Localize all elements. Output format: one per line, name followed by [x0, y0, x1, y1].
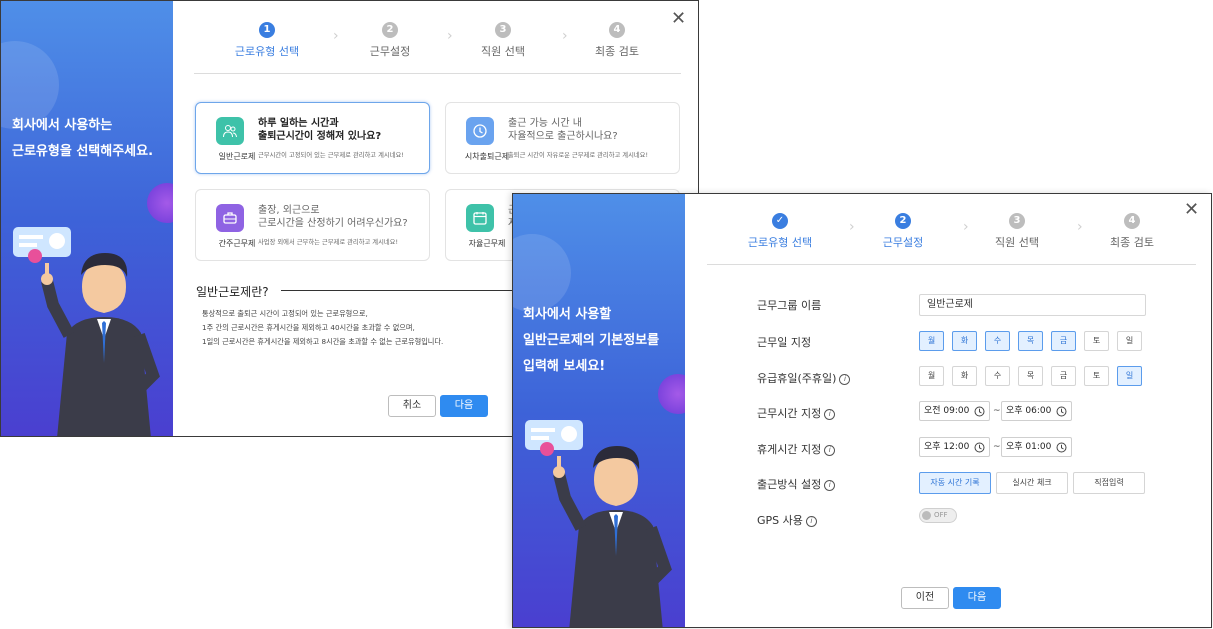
break-time-label: 휴게시간 지정 i — [757, 441, 836, 457]
gps-toggle[interactable]: OFF — [919, 508, 957, 523]
holiday-toggle[interactable]: 목 — [1018, 366, 1043, 386]
step-4: 4 최종 검토 — [1110, 213, 1154, 249]
section-title: 일반근로제란? — [196, 285, 269, 299]
chevron-right-icon: › — [1077, 219, 1083, 235]
holiday-toggle[interactable]: 토 — [1084, 366, 1109, 386]
info-icon[interactable]: i — [805, 516, 817, 527]
holiday-toggle[interactable]: 수 — [985, 366, 1010, 386]
clock-icon — [974, 406, 985, 417]
work-type-card-flextime[interactable]: 시차출퇴근제 출근 가능 시간 내 자율적으로 출근하시나요? 출퇴근 시간이 … — [445, 102, 680, 174]
checkin-option[interactable]: 실시간 체크 — [996, 472, 1068, 494]
gps-label: GPS 사용 i — [757, 512, 817, 528]
stepper-divider — [194, 73, 681, 74]
stepper-divider — [707, 264, 1196, 265]
break-end-time-input[interactable]: 오후 01:00 — [1001, 437, 1072, 457]
businessman-illustration — [13, 227, 160, 436]
workday-toggle[interactable]: 목 — [1018, 331, 1043, 351]
workday-toggle[interactable]: 토 — [1084, 331, 1109, 351]
calendar-icon — [466, 204, 494, 232]
workday-toggle[interactable]: 월 — [919, 331, 944, 351]
break-start-time-input[interactable]: 오후 12:00 — [919, 437, 990, 457]
workdays-label: 근무일 지정 — [757, 336, 812, 349]
chevron-right-icon: › — [447, 28, 453, 44]
work-time-label: 근무시간 지정 i — [757, 405, 836, 421]
clock-icon — [1056, 406, 1067, 417]
work-type-card-regular[interactable]: 일반근로제 하루 일하는 시간과 출퇴근시간이 정해져 있나요? 근무시간이 고… — [195, 102, 430, 174]
step-2: 2 근무설정 — [369, 22, 411, 58]
group-name-input[interactable]: 일반근로제 — [919, 294, 1146, 316]
paid-holiday-label: 유급휴일(주휴일) i — [757, 370, 851, 386]
holiday-toggle[interactable]: 일 — [1117, 366, 1142, 386]
close-icon[interactable]: ✕ — [1184, 201, 1199, 219]
businessman-illustration — [525, 420, 672, 627]
holiday-toggle[interactable]: 월 — [919, 366, 944, 386]
section-description: 통상적으로 출퇴근 시간이 고정되어 있는 근로유형으로, 1주 간의 근로시간… — [202, 309, 444, 346]
sidebar-message: 회사에서 사용할 일반근로제의 기본정보를 입력해 보세요! — [523, 307, 660, 374]
prev-button[interactable]: 이전 — [901, 587, 949, 609]
range-separator: ~ — [993, 442, 1001, 452]
close-icon[interactable]: ✕ — [671, 10, 686, 28]
next-button[interactable]: 다음 — [440, 395, 488, 417]
section-divider — [281, 290, 521, 291]
step-3: 3 직원 선택 — [995, 213, 1039, 249]
step-1-done: ✓ 근로유형 선택 — [747, 213, 813, 249]
sidebar-message: 회사에서 사용하는 근로유형을 선택해주세요. — [12, 118, 154, 159]
checkin-option[interactable]: 직접입력 — [1073, 472, 1145, 494]
decor-circle — [658, 374, 685, 414]
work-type-card-deemed[interactable]: 간주근무제 출장, 외근으로 근로시간을 산정하기 어려우신가요? 사업장 외에… — [195, 189, 430, 261]
card-title: 출장, 외근으로 근로시간을 산정하기 어려우신가요? — [258, 205, 408, 229]
group-name-label: 근무그룹 이름 — [757, 299, 822, 312]
workday-toggle[interactable]: 금 — [1051, 331, 1076, 351]
work-end-time-input[interactable]: 오후 06:00 — [1001, 401, 1072, 421]
clock-icon — [466, 117, 494, 145]
info-icon[interactable]: i — [824, 445, 836, 456]
next-button[interactable]: 다음 — [953, 587, 1001, 609]
holiday-toggle[interactable]: 금 — [1051, 366, 1076, 386]
chevron-right-icon: › — [963, 219, 969, 235]
card-title: 출근 가능 시간 내 자율적으로 출근하시나요? — [508, 118, 618, 142]
decor-circle — [147, 183, 173, 223]
step-2: 2 근무설정 — [882, 213, 924, 249]
cancel-button[interactable]: 취소 — [388, 395, 436, 417]
work-start-time-input[interactable]: 오전 09:00 — [919, 401, 990, 421]
workday-toggle[interactable]: 일 — [1117, 331, 1142, 351]
people-icon — [216, 117, 244, 145]
step-1: 1 근로유형 선택 — [234, 22, 300, 58]
check-icon: ✓ — [772, 213, 788, 229]
clock-icon — [1056, 442, 1067, 453]
checkin-method-label: 출근방식 설정 i — [757, 476, 836, 492]
dialog1-sidebar: 회사에서 사용하는 근로유형을 선택해주세요. — [1, 1, 173, 436]
info-icon[interactable]: i — [824, 409, 836, 420]
info-icon[interactable]: i — [839, 374, 851, 385]
clock-icon — [974, 442, 985, 453]
info-icon[interactable]: i — [824, 480, 836, 491]
briefcase-icon — [216, 204, 244, 232]
step-3: 3 직원 선택 — [481, 22, 525, 58]
workday-toggle[interactable]: 화 — [952, 331, 977, 351]
work-settings-dialog: 회사에서 사용할 일반근로제의 기본정보를 입력해 보세요! ✕ ✓ 근로유형 … — [512, 193, 1212, 628]
chevron-right-icon: › — [562, 28, 568, 44]
chevron-right-icon: › — [333, 28, 339, 44]
decor-circle — [513, 234, 571, 312]
checkin-option[interactable]: 자동 시간 기록 — [919, 472, 991, 494]
chevron-right-icon: › — [849, 219, 855, 235]
range-separator: ~ — [993, 406, 1001, 416]
toggle-knob — [922, 511, 931, 520]
card-title: 하루 일하는 시간과 출퇴근시간이 정해져 있나요? — [258, 118, 382, 142]
holiday-toggle[interactable]: 화 — [952, 366, 977, 386]
dialog2-sidebar: 회사에서 사용할 일반근로제의 기본정보를 입력해 보세요! — [513, 194, 685, 627]
workday-toggle[interactable]: 수 — [985, 331, 1010, 351]
step-4: 4 최종 검토 — [595, 22, 639, 58]
